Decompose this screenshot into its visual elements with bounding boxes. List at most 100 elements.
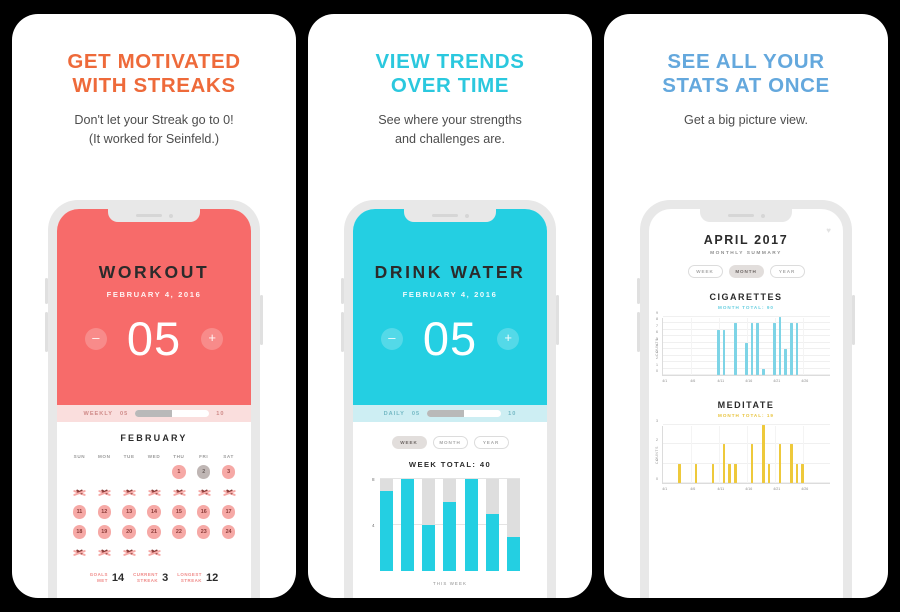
calendar-day-dot[interactable]: 13 <box>122 505 136 519</box>
range-tabs[interactable]: WEEK MONTH YEAR <box>649 265 843 278</box>
calendar-day-dot[interactable]: 11 <box>72 505 87 519</box>
calendar-x-icon[interactable] <box>73 488 85 497</box>
calendar-x-icon[interactable] <box>123 488 135 497</box>
streak-stats-row: GOALS MET 14 CURRENT STREAK 3 LONGEST STREAK… <box>67 572 241 584</box>
calendar-day-cell[interactable] <box>117 485 142 499</box>
summary-title: APRIL 2017 <box>703 233 789 247</box>
calendar-day-dot[interactable]: 14 <box>147 505 161 519</box>
calendar-day-cell[interactable] <box>67 485 92 499</box>
week-bar-chart: DRINK WATER 48 <box>372 477 520 571</box>
calendar-day-cell[interactable]: 3 <box>216 465 241 479</box>
streak-stat-value: 3 <box>162 572 169 584</box>
calendar-x-icon[interactable] <box>98 488 110 497</box>
calendar-x-icon[interactable] <box>148 548 160 557</box>
bar-track <box>401 479 415 571</box>
calendar-day-cell[interactable] <box>92 485 117 499</box>
calendar-day-cell[interactable]: 2 <box>191 465 216 479</box>
calendar-day-cell[interactable]: 19 <box>92 525 117 539</box>
calendar-day-cell[interactable] <box>191 485 216 499</box>
headline-line-2: OVER TIME <box>390 73 510 97</box>
habit-title: DRINK WATER <box>374 262 526 282</box>
calendar-x-icon[interactable] <box>98 548 110 557</box>
calendar-day-dot[interactable]: 23 <box>196 525 211 539</box>
habit-header-drink-water: DRINK WATER FEBRUARY 4, 2016 – 05 + <box>353 209 547 405</box>
calendar-day-cell[interactable] <box>216 485 241 499</box>
calendar-day-cell[interactable]: 15 <box>166 505 191 519</box>
calendar-day-dot[interactable]: 2 <box>196 465 211 479</box>
gridline <box>663 316 830 317</box>
calendar-x-icon[interactable] <box>198 488 210 497</box>
calendar-day-dot[interactable]: 24 <box>221 525 236 539</box>
chart-subtitle: MONTH TOTAL: 19 <box>718 413 774 418</box>
calendar-x-icon[interactable] <box>123 548 135 557</box>
calendar-day-dot[interactable]: 20 <box>122 525 136 539</box>
bar-track <box>506 479 520 571</box>
camera-icon <box>760 213 765 218</box>
increment-button[interactable]: + <box>497 327 520 350</box>
calendar-day-cell[interactable]: 20 <box>117 525 142 539</box>
y-axis-tick: 2 <box>656 356 658 361</box>
calendar-day-cell[interactable]: 18 <box>67 525 92 539</box>
calendar-day-cell[interactable]: 11 <box>67 505 92 519</box>
bar <box>750 444 754 483</box>
calendar-day-cell[interactable]: 1 <box>166 465 191 479</box>
chart-block-meditate: MEDITATE MONTH TOTAL: 19 COUNTS 0123 4/1… <box>649 400 843 494</box>
y-axis-tick: 4 <box>372 523 375 528</box>
decrement-button[interactable]: – <box>380 327 403 350</box>
calendar-day-cell[interactable]: 16 <box>191 505 216 519</box>
calendar-day-cell[interactable] <box>67 545 92 559</box>
x-axis-tick: 4/6 <box>690 379 696 383</box>
calendar-day-dot[interactable]: 21 <box>147 525 161 539</box>
calendar-day-cell[interactable]: 17 <box>216 505 241 519</box>
calendar-x-icon[interactable] <box>223 488 235 497</box>
calendar-x-icon[interactable] <box>73 548 85 557</box>
increment-button[interactable]: + <box>201 327 224 350</box>
calendar-day-cell[interactable] <box>142 485 167 499</box>
habit-title: WORKOUT <box>98 262 210 282</box>
calendar-day-cell[interactable] <box>166 485 191 499</box>
cigarettes-x-axis: 4/1 4/6 4/11 4/16 4/21 4/26 <box>662 379 830 386</box>
decrement-button[interactable]: – <box>84 327 107 350</box>
progress-bar[interactable] <box>135 410 210 417</box>
range-tab-week[interactable]: WEEK <box>391 436 427 449</box>
progress-max: 10 <box>216 410 225 417</box>
calendar-day-dot[interactable]: 1 <box>172 465 186 479</box>
chart-block-cigarettes: CIGARETTES MONTH TOTAL: 90 COUNTS 012345… <box>649 292 843 386</box>
range-tabs[interactable]: WEEK MONTH YEAR <box>353 436 547 449</box>
calendar-day-cell[interactable] <box>117 545 142 559</box>
calendar-grid[interactable]: SUN MON TUE WED THU FRI SAT 1 2 3 11 12 13 14 15 16 17 18… <box>67 454 241 559</box>
calendar-day-dot[interactable]: 16 <box>196 505 211 519</box>
streak-stat-label: LONGEST STREAK <box>177 572 202 583</box>
calendar-day-cell[interactable]: 14 <box>142 505 167 519</box>
streak-stat-label: GOALS MET <box>89 572 108 583</box>
progress-bar[interactable] <box>427 410 502 417</box>
calendar-day-dot[interactable]: 3 <box>221 465 236 479</box>
panel-subline: See where your strengths and challenges … <box>378 111 522 148</box>
calendar-day-cell[interactable] <box>142 545 167 559</box>
range-tab-year[interactable]: YEAR <box>769 265 805 278</box>
calendar-day-dot[interactable]: 17 <box>221 505 236 519</box>
calendar-x-icon[interactable] <box>148 488 160 497</box>
heart-icon[interactable]: ♥ <box>826 226 831 235</box>
calendar-day-cell[interactable]: 22 <box>166 525 191 539</box>
calendar-day-cell[interactable]: 23 <box>191 525 216 539</box>
range-tab-month[interactable]: MONTH <box>432 436 468 449</box>
range-tab-month[interactable]: MONTH <box>728 265 764 278</box>
bar-value <box>506 536 520 571</box>
calendar-day-cell[interactable]: 12 <box>92 505 117 519</box>
phone-side-button <box>260 295 263 345</box>
bar-track <box>443 479 457 571</box>
daily-progress-strip: DAILY 05 10 <box>353 405 547 422</box>
range-tab-week[interactable]: WEEK <box>687 265 723 278</box>
calendar-day-cell[interactable]: 21 <box>142 525 167 539</box>
calendar-day-cell[interactable] <box>92 545 117 559</box>
calendar-day-dot[interactable]: 18 <box>72 525 87 539</box>
calendar-day-dot[interactable]: 15 <box>172 505 186 519</box>
calendar-x-icon[interactable] <box>173 488 185 497</box>
range-tab-year[interactable]: YEAR <box>473 436 509 449</box>
calendar-day-dot[interactable]: 12 <box>97 505 112 519</box>
calendar-day-dot[interactable]: 22 <box>172 525 186 539</box>
calendar-day-cell[interactable]: 13 <box>117 505 142 519</box>
calendar-day-cell[interactable]: 24 <box>216 525 241 539</box>
calendar-day-dot[interactable]: 19 <box>97 525 112 539</box>
